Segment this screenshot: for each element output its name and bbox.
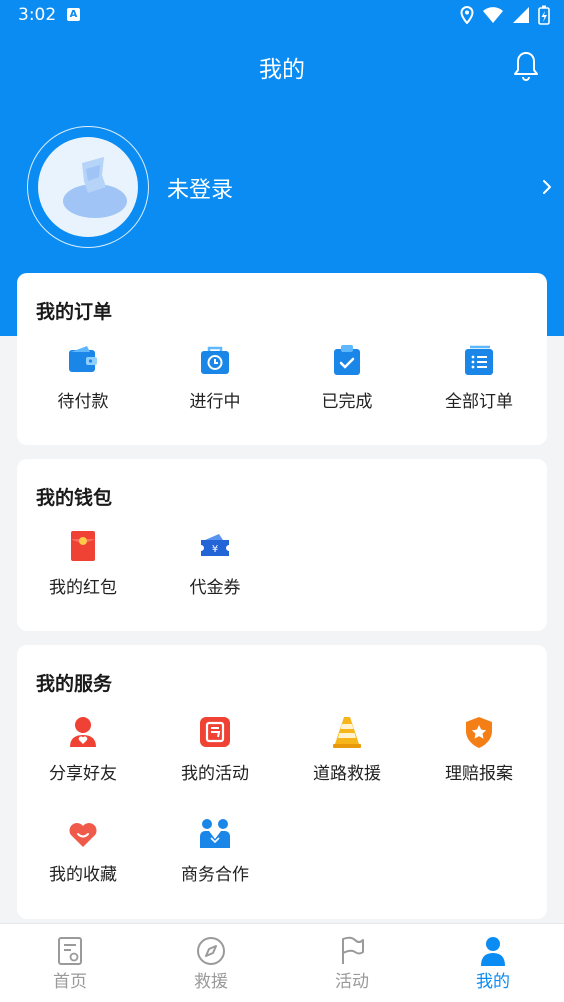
bell-icon[interactable]: [512, 50, 540, 82]
wallet-card: 我的钱包 我的红包 ¥ 代金券: [17, 459, 547, 631]
service-business[interactable]: 商务合作: [149, 816, 281, 885]
my-activities-label: 我的活动: [181, 764, 249, 784]
order-completed-label: 已完成: [321, 392, 373, 412]
tab-mine-label: 我的: [476, 972, 510, 992]
order-in-progress-label: 进行中: [189, 392, 241, 412]
traffic-cone-icon: [333, 717, 361, 748]
order-pending-label: 待付款: [57, 392, 109, 412]
status-icons: [460, 5, 550, 25]
order-pending-payment[interactable]: 待付款: [17, 343, 149, 412]
order-all[interactable]: 全部订单: [413, 343, 545, 412]
wallet-title: 我的钱包: [36, 487, 113, 509]
tab-rescue-label: 救援: [194, 972, 228, 992]
red-packet-icon: [71, 531, 95, 561]
default-avatar-icon: [63, 157, 127, 218]
bottom-navigation: 首页 救援 活动 我的: [0, 923, 564, 1002]
tab-home[interactable]: 首页: [20, 936, 120, 992]
service-favorites[interactable]: 我的收藏: [17, 816, 149, 885]
person-icon: [481, 937, 505, 966]
wallet-icon: [69, 346, 97, 372]
tab-rescue[interactable]: 救援: [161, 936, 261, 992]
order-all-label: 全部订单: [445, 392, 513, 412]
flag-icon: [342, 936, 364, 964]
services-title: 我的服务: [36, 673, 113, 695]
orders-title: 我的订单: [36, 301, 113, 323]
share-friends-label: 分享好友: [49, 764, 117, 784]
service-my-activities[interactable]: 我的活动: [149, 715, 281, 784]
heart-icon: [69, 823, 97, 847]
location-icon: [460, 6, 474, 24]
wifi-icon: [483, 7, 503, 23]
tab-mine[interactable]: 我的: [443, 936, 543, 992]
services-card: 我的服务 分享好友 我的活动 道路救援 理赔报案 我的收藏 商务合作: [17, 645, 547, 919]
list-icon: [465, 345, 493, 375]
orders-card: 我的订单 待付款 进行中 已完成 全部订单: [17, 273, 547, 445]
order-completed[interactable]: 已完成: [281, 343, 413, 412]
service-share-friends[interactable]: 分享好友: [17, 715, 149, 784]
wallet-red-packet[interactable]: 我的红包: [17, 529, 149, 598]
road-rescue-label: 道路救援: [313, 764, 381, 784]
page-title: 我的: [259, 57, 305, 83]
business-label: 商务合作: [181, 865, 249, 885]
signal-icon: [513, 7, 529, 23]
check-clipboard-icon: [334, 345, 360, 375]
service-road-rescue[interactable]: 道路救援: [281, 715, 413, 784]
share-user-icon: [70, 717, 96, 747]
tab-home-label: 首页: [53, 972, 87, 992]
wallet-coupon[interactable]: ¥ 代金券: [149, 529, 281, 598]
tab-activities[interactable]: 活动: [302, 936, 402, 992]
coupon-icon: ¥: [201, 534, 229, 556]
avatar[interactable]: [38, 137, 138, 237]
claims-label: 理赔报案: [445, 764, 513, 784]
clock-bag-icon: [201, 346, 229, 374]
order-in-progress[interactable]: 进行中: [149, 343, 281, 412]
favorites-label: 我的收藏: [49, 865, 117, 885]
battery-icon: [538, 5, 550, 25]
status-bar: 3:02 A: [0, 0, 564, 32]
status-time: 3:02: [18, 5, 57, 25]
login-status-text[interactable]: 未登录: [167, 172, 233, 204]
svg-text:¥: ¥: [212, 544, 218, 555]
tab-activities-label: 活动: [335, 972, 369, 992]
home-doc-icon: [58, 937, 82, 965]
coupon-label: 代金券: [189, 578, 241, 598]
status-indicator-icon: A: [67, 8, 80, 21]
partners-icon: [200, 819, 230, 848]
chevron-right-icon[interactable]: [540, 176, 554, 198]
compass-icon: [197, 937, 225, 965]
red-packet-label: 我的红包: [49, 578, 117, 598]
shield-star-icon: [466, 717, 492, 748]
activity-icon: [200, 717, 230, 747]
service-claims[interactable]: 理赔报案: [413, 715, 545, 784]
